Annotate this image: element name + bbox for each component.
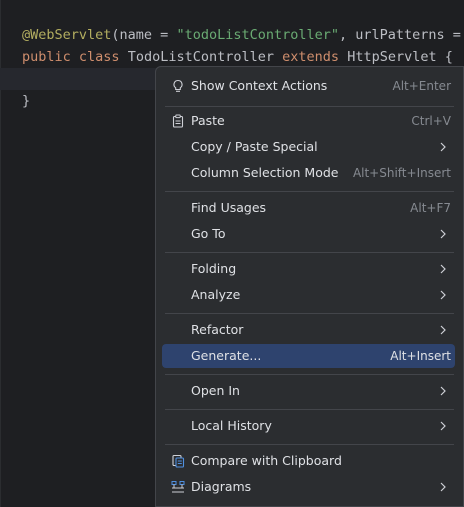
menu-separator <box>165 106 454 107</box>
annotation-token: @WebServlet <box>22 27 112 43</box>
chevron-right-icon <box>437 228 449 240</box>
menu-item-label: Local History <box>191 418 272 433</box>
menu-separator <box>165 374 454 375</box>
menu-separator <box>165 313 454 314</box>
menu-item-label: Generate... <box>191 348 262 363</box>
diagram-icon <box>171 480 185 494</box>
menu-separator <box>165 409 454 410</box>
menu-item-generate[interactable]: Generate... Alt+Insert <box>162 344 455 368</box>
menu-item-copy-paste-special[interactable]: Copy / Paste Special <box>162 135 455 159</box>
menu-item-analyze[interactable]: Analyze <box>162 283 455 307</box>
context-menu: Show Context Actions Alt+Enter Paste Ctr… <box>155 66 464 507</box>
menu-item-label: Paste <box>191 113 225 128</box>
menu-item-find-usages[interactable]: Find Usages Alt+F7 <box>162 196 455 220</box>
code-token: , urlPatterns = <box>339 27 461 43</box>
menu-item-go-to[interactable]: Go To <box>162 222 455 246</box>
menu-item-shortcut: Ctrl+V <box>411 114 451 128</box>
chevron-right-icon <box>437 385 449 397</box>
code-line-4[interactable]: } <box>22 90 30 112</box>
menu-item-shortcut: Alt+F7 <box>410 201 451 215</box>
menu-item-show-context-actions[interactable]: Show Context Actions Alt+Enter <box>162 74 455 98</box>
menu-item-label: Copy / Paste Special <box>191 139 318 154</box>
chevron-right-icon <box>437 481 449 493</box>
menu-item-label: Open In <box>191 383 240 398</box>
menu-separator <box>165 191 454 192</box>
menu-item-folding[interactable]: Folding <box>162 257 455 281</box>
menu-item-diagrams[interactable]: Diagrams <box>162 475 455 499</box>
menu-item-label: Diagrams <box>191 479 252 494</box>
menu-item-label: Refactor <box>191 322 244 337</box>
menu-separator <box>165 252 454 253</box>
menu-item-shortcut: Alt+Shift+Insert <box>352 166 451 180</box>
menu-item-label: Column Selection Mode <box>191 165 339 180</box>
code-token: } <box>22 93 31 109</box>
chevron-right-icon <box>437 141 449 153</box>
menu-separator <box>165 444 454 445</box>
chevron-right-icon <box>437 324 449 336</box>
chevron-right-icon <box>437 263 449 275</box>
menu-item-local-history[interactable]: Local History <box>162 414 455 438</box>
code-line-2[interactable]: public class TodoListController extends … <box>22 46 453 68</box>
menu-item-compare-with-clipboard[interactable]: Compare with Clipboard <box>162 449 455 473</box>
clipboard-icon <box>171 114 185 128</box>
string-token: "todoListController" <box>176 27 339 43</box>
compare-icon <box>171 454 185 468</box>
code-line-1[interactable]: @WebServlet(name = "todoListController",… <box>22 24 461 46</box>
menu-item-column-selection-mode[interactable]: Column Selection Mode Alt+Shift+Insert <box>162 161 455 185</box>
menu-item-label: Show Context Actions <box>191 78 328 93</box>
chevron-right-icon <box>437 420 449 432</box>
menu-item-label: Compare with Clipboard <box>191 453 342 468</box>
menu-item-label: Go To <box>191 226 226 241</box>
menu-item-refactor[interactable]: Refactor <box>162 318 455 342</box>
chevron-right-icon <box>437 289 449 301</box>
menu-item-open-in[interactable]: Open In <box>162 379 455 403</box>
keyword-token: extends <box>282 49 340 65</box>
menu-item-label: Analyze <box>191 287 241 302</box>
menu-item-shortcut: Alt+Insert <box>390 349 451 363</box>
keyword-token: class <box>78 49 120 65</box>
code-token: (name = <box>111 27 177 43</box>
keyword-token: public <box>22 49 71 65</box>
menu-item-label: Find Usages <box>191 200 267 215</box>
code-token: HttpServlet { <box>347 49 453 65</box>
menu-item-label: Folding <box>191 261 237 276</box>
menu-item-paste[interactable]: Paste Ctrl+V <box>162 109 455 133</box>
lightbulb-icon <box>171 79 185 93</box>
class-name-token: TodoListController <box>127 49 275 65</box>
menu-item-shortcut: Alt+Enter <box>392 79 451 93</box>
